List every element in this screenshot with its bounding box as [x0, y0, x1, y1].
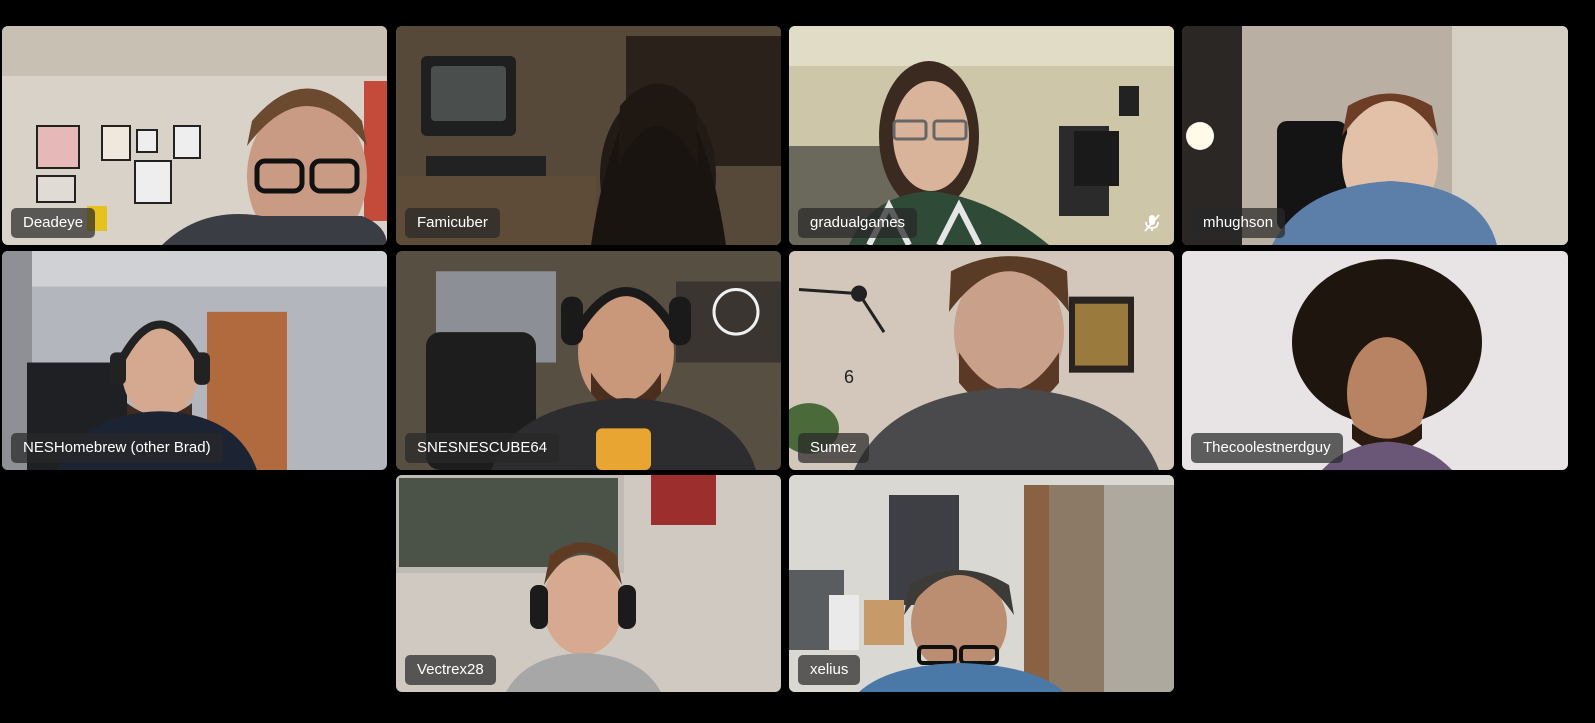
video-tile-gradualgames[interactable]: gradualgames — [789, 26, 1174, 245]
participant-name: xelius — [798, 655, 861, 685]
participant-name: NESHomebrew (other Brad) — [11, 433, 223, 463]
video-tile-deadeye[interactable]: Deadeye — [2, 26, 387, 245]
video-tile-snesnescube64[interactable]: SNESNESCUBE64 — [396, 251, 781, 470]
participant-name: Thecoolestnerdguy — [1191, 433, 1343, 463]
video-tile-thecoolestnerdguy[interactable]: Thecoolestnerdguy — [1182, 251, 1568, 470]
video-tile-vectrex28[interactable]: Vectrex28 — [396, 475, 781, 692]
video-tile-mhughson[interactable]: mhughson — [1182, 26, 1568, 245]
svg-text:6: 6 — [844, 367, 854, 387]
participant-name: mhughson — [1191, 208, 1286, 238]
participant-name: Sumez — [798, 433, 869, 463]
participant-name: Vectrex28 — [405, 655, 496, 685]
mic-muted-icon — [1144, 214, 1160, 232]
participant-name: Deadeye — [11, 208, 96, 238]
participant-name: SNESNESCUBE64 — [405, 433, 560, 463]
video-tile-famicuber[interactable]: Famicuber — [396, 26, 781, 245]
video-tile-sumez[interactable]: 6 Sumez — [789, 251, 1174, 470]
participant-name: gradualgames — [798, 208, 918, 238]
video-tile-neshomebrew[interactable]: NESHomebrew (other Brad) — [2, 251, 387, 470]
participant-name: Famicuber — [405, 208, 500, 238]
video-tile-xelius[interactable]: xelius — [789, 475, 1174, 692]
